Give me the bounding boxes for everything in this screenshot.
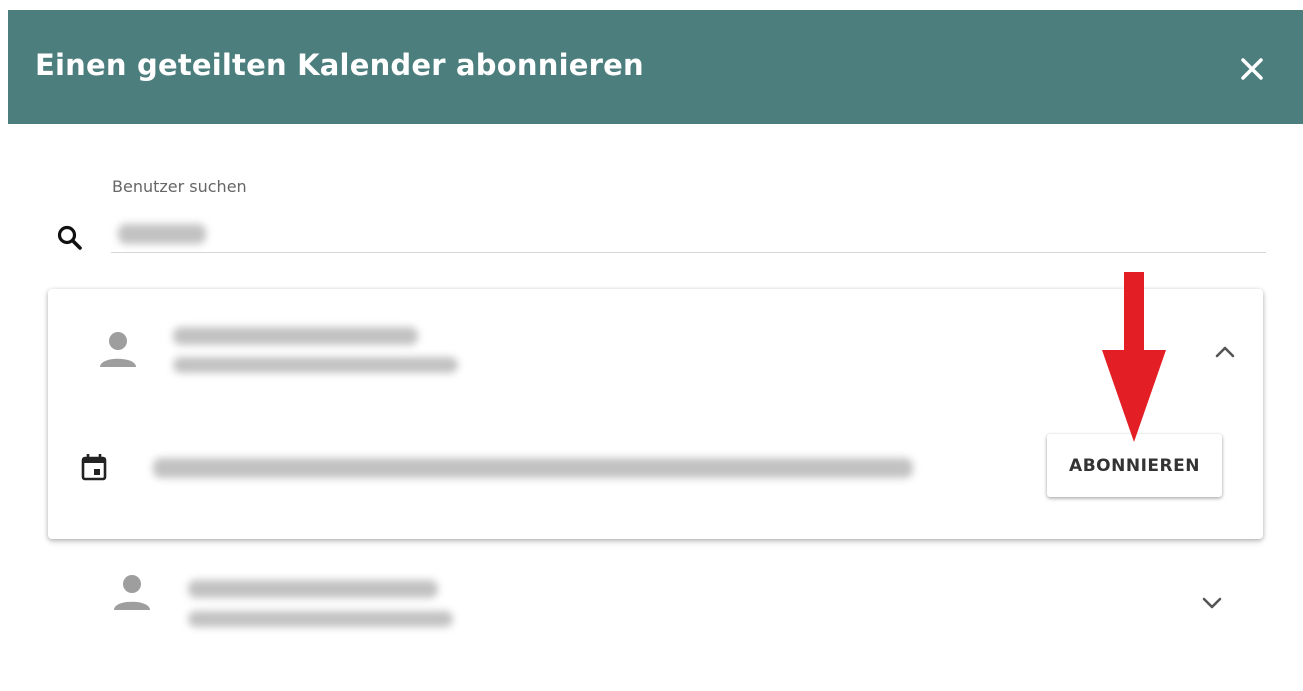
person-icon xyxy=(114,575,150,610)
user-result-collapsed[interactable] xyxy=(48,548,1263,648)
dialog-header: Einen geteilten Kalender abonnieren xyxy=(8,10,1303,124)
user-result-expanded[interactable]: ABONNIEREN xyxy=(48,289,1263,539)
dialog-title: Einen geteilten Kalender abonnieren xyxy=(35,48,644,82)
subscribe-calendar-dialog: Einen geteilten Kalender abonnieren Benu… xyxy=(8,10,1303,691)
close-button[interactable] xyxy=(1234,51,1270,87)
search-label: Benutzer suchen xyxy=(112,177,247,196)
calendar-name-redacted xyxy=(153,458,913,478)
chevron-up-icon[interactable] xyxy=(1210,337,1240,367)
user-name-redacted xyxy=(173,327,418,345)
user-email-redacted xyxy=(188,611,453,627)
arrow-down-icon xyxy=(1102,272,1166,442)
search-value-redacted xyxy=(118,224,206,244)
user-name-redacted xyxy=(188,580,438,598)
search-icon xyxy=(57,225,82,250)
calendar-icon xyxy=(81,454,107,481)
search-input[interactable] xyxy=(111,215,1266,253)
user-email-redacted xyxy=(173,357,458,373)
chevron-down-icon[interactable] xyxy=(1197,588,1227,618)
person-icon xyxy=(100,332,136,367)
close-icon xyxy=(1241,58,1263,80)
